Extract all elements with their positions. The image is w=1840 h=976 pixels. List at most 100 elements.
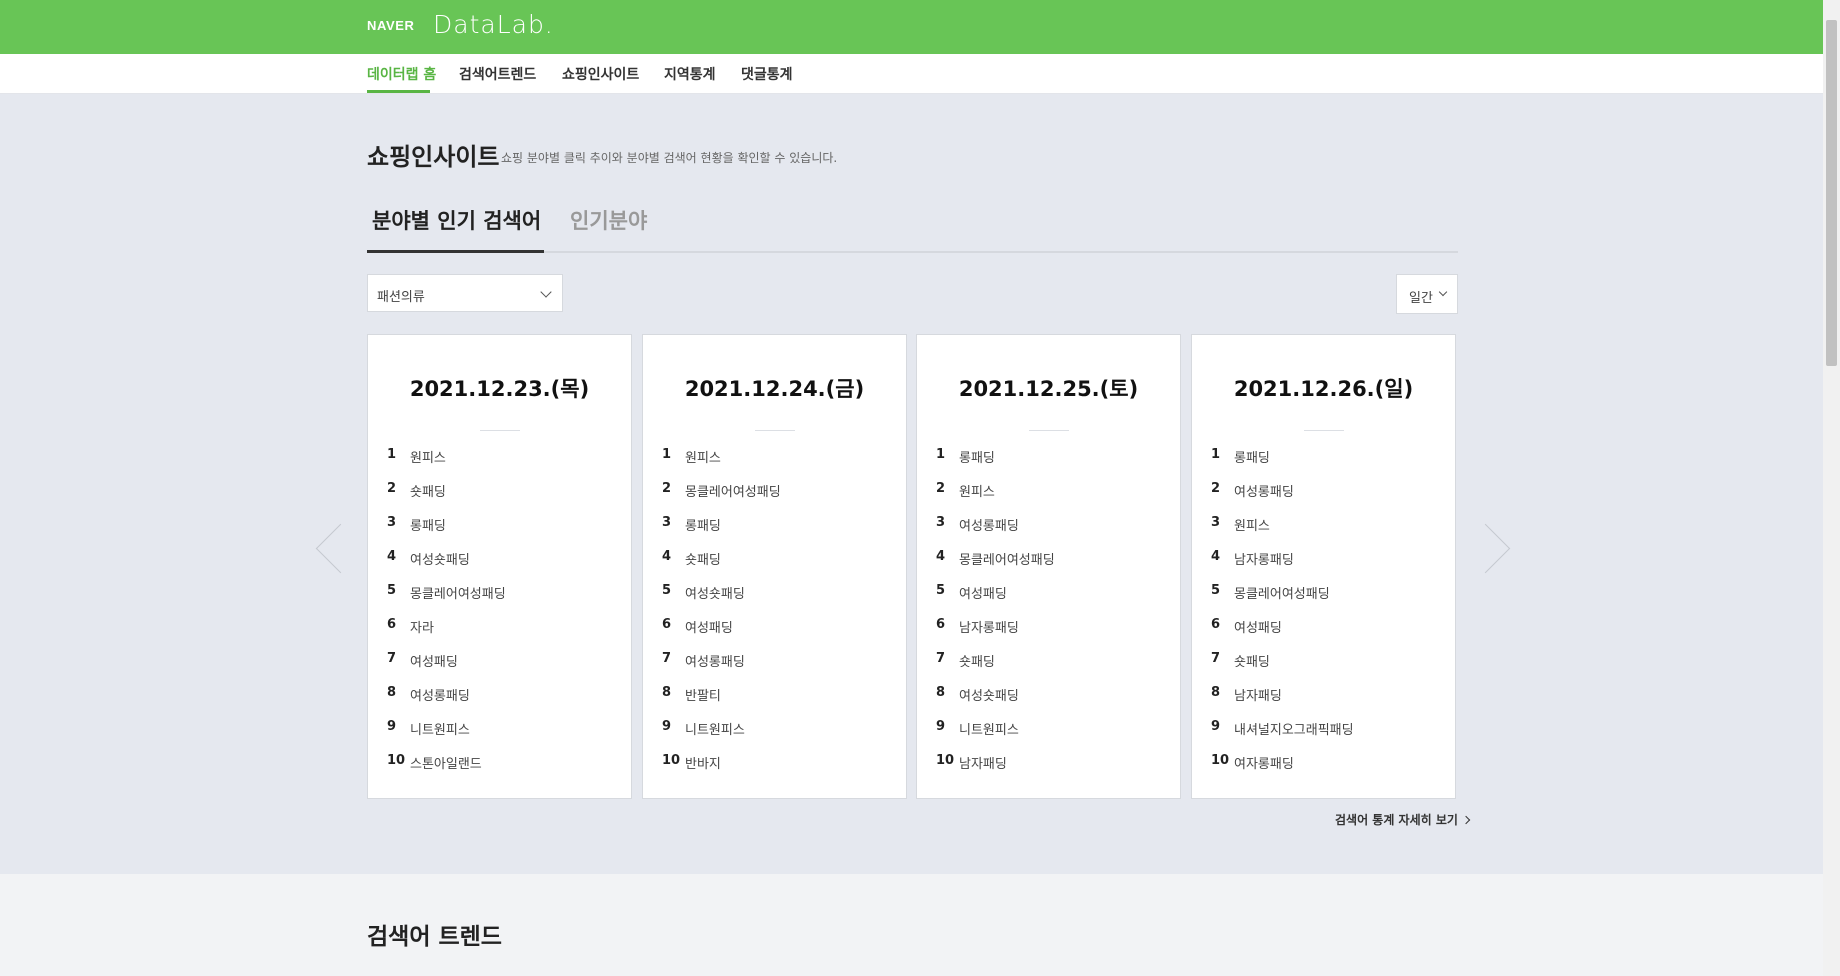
keyword-item[interactable]: 2 여성롱패딩 <box>1192 472 1455 506</box>
keyword-item[interactable]: 5 몽클레어여성패딩 <box>368 574 631 608</box>
keyword-item[interactable]: 4 남자롱패딩 <box>1192 540 1455 574</box>
keyword-text[interactable]: 내셔널지오그래픽패딩 <box>1234 719 1354 738</box>
keyword-text[interactable]: 숏패딩 <box>1234 651 1270 670</box>
nav-item-search-trend[interactable]: 검색어트렌드 <box>459 64 536 84</box>
chevron-down-icon <box>540 286 552 298</box>
keyword-text[interactable]: 여성패딩 <box>410 651 458 670</box>
more-stats-link[interactable]: 검색어 통계 자세히 보기 <box>1335 811 1471 828</box>
keyword-item[interactable]: 7 숏패딩 <box>1192 642 1455 676</box>
keyword-item[interactable]: 9 내셔널지오그래픽패딩 <box>1192 710 1455 744</box>
keyword-text[interactable]: 원피스 <box>959 481 995 500</box>
keyword-item[interactable]: 8 여성롱패딩 <box>368 676 631 710</box>
keyword-text[interactable]: 원피스 <box>1234 515 1270 534</box>
keyword-text[interactable]: 여성롱패딩 <box>1234 481 1294 500</box>
keyword-text[interactable]: 몽클레어여성패딩 <box>685 481 781 500</box>
keyword-text[interactable]: 숏패딩 <box>685 549 721 568</box>
keyword-text[interactable]: 남자롱패딩 <box>1234 549 1294 568</box>
nav-item-datalab-home[interactable]: 데이터랩 홈 <box>367 64 436 84</box>
scroll-thumb[interactable] <box>1826 20 1837 366</box>
keyword-text[interactable]: 숏패딩 <box>959 651 995 670</box>
category-select[interactable]: 패션의류 <box>367 274 563 312</box>
keyword-item[interactable]: 2 몽클레어여성패딩 <box>643 472 906 506</box>
keyword-text[interactable]: 니트원피스 <box>410 719 470 738</box>
keyword-text[interactable]: 여성숏패딩 <box>685 583 745 602</box>
keyword-item[interactable]: 10 반바지 <box>643 744 906 778</box>
keyword-item[interactable]: 6 여성패딩 <box>1192 608 1455 642</box>
keyword-text[interactable]: 롱패딩 <box>685 515 721 534</box>
keyword-text[interactable]: 숏패딩 <box>410 481 446 500</box>
keyword-text[interactable]: 롱패딩 <box>1234 447 1270 466</box>
period-select[interactable]: 일간 <box>1396 274 1458 314</box>
keyword-rank: 4 <box>1211 549 1221 564</box>
keyword-item[interactable]: 6 자라 <box>368 608 631 642</box>
keyword-item[interactable]: 4 숏패딩 <box>643 540 906 574</box>
keyword-item[interactable]: 6 남자롱패딩 <box>917 608 1180 642</box>
keyword-item[interactable]: 5 여성숏패딩 <box>643 574 906 608</box>
keyword-item[interactable]: 1 롱패딩 <box>1192 438 1455 472</box>
keyword-item[interactable]: 7 여성롱패딩 <box>643 642 906 676</box>
keyword-item[interactable]: 7 여성패딩 <box>368 642 631 676</box>
keyword-item[interactable]: 4 여성숏패딩 <box>368 540 631 574</box>
keyword-item[interactable]: 1 원피스 <box>368 438 631 472</box>
keyword-item[interactable]: 9 니트원피스 <box>643 710 906 744</box>
keyword-item[interactable]: 2 원피스 <box>917 472 1180 506</box>
keyword-text[interactable]: 몽클레어여성패딩 <box>410 583 506 602</box>
keyword-text[interactable]: 여성패딩 <box>959 583 1007 602</box>
keyword-item[interactable]: 10 여자롱패딩 <box>1192 744 1455 778</box>
keyword-item[interactable]: 1 롱패딩 <box>917 438 1180 472</box>
keyword-item[interactable]: 4 몽클레어여성패딩 <box>917 540 1180 574</box>
keyword-text[interactable]: 여성롱패딩 <box>685 651 745 670</box>
keyword-item[interactable]: 5 몽클레어여성패딩 <box>1192 574 1455 608</box>
keyword-item[interactable]: 8 반팔티 <box>643 676 906 710</box>
keyword-text[interactable]: 여성숏패딩 <box>410 549 470 568</box>
keyword-item[interactable]: 6 여성패딩 <box>643 608 906 642</box>
keyword-item[interactable]: 8 남자패딩 <box>1192 676 1455 710</box>
nav-item-shopping-insight[interactable]: 쇼핑인사이트 <box>562 64 639 84</box>
keyword-text[interactable]: 자라 <box>410 617 434 636</box>
keyword-text[interactable]: 몽클레어여성패딩 <box>1234 583 1330 602</box>
keyword-rank: 4 <box>662 549 672 564</box>
nav-item-comment-stats[interactable]: 댓글통계 <box>741 64 793 84</box>
keyword-text[interactable]: 여성롱패딩 <box>959 515 1019 534</box>
keyword-text[interactable]: 롱패딩 <box>410 515 446 534</box>
keyword-text[interactable]: 롱패딩 <box>959 447 995 466</box>
keyword-text[interactable]: 남자롱패딩 <box>959 617 1019 636</box>
keyword-text[interactable]: 여자롱패딩 <box>1234 753 1294 772</box>
keyword-text[interactable]: 여성롱패딩 <box>410 685 470 704</box>
keyword-item[interactable]: 2 숏패딩 <box>368 472 631 506</box>
keyword-item[interactable]: 1 원피스 <box>643 438 906 472</box>
keyword-item[interactable]: 10 남자패딩 <box>917 744 1180 778</box>
page-scrollbar[interactable] <box>1823 0 1840 976</box>
naver-logo[interactable]: NAVER <box>367 18 415 33</box>
keyword-text[interactable]: 원피스 <box>410 447 446 466</box>
keyword-text[interactable]: 원피스 <box>685 447 721 466</box>
keyword-item[interactable]: 10 스톤아일랜드 <box>368 744 631 778</box>
keyword-text[interactable]: 여성패딩 <box>685 617 733 636</box>
keyword-item[interactable]: 3 여성롱패딩 <box>917 506 1180 540</box>
nav-item-regional-stats[interactable]: 지역통계 <box>664 64 716 84</box>
keyword-item[interactable]: 3 롱패딩 <box>643 506 906 540</box>
datalab-logo[interactable]: DataLab. <box>433 10 554 39</box>
keyword-text[interactable]: 여성숏패딩 <box>959 685 1019 704</box>
keyword-rank: 2 <box>387 481 397 496</box>
keyword-item[interactable]: 9 니트원피스 <box>917 710 1180 744</box>
keyword-text[interactable]: 여성패딩 <box>1234 617 1282 636</box>
keyword-item[interactable]: 3 원피스 <box>1192 506 1455 540</box>
keyword-item[interactable]: 3 롱패딩 <box>368 506 631 540</box>
keyword-text[interactable]: 남자패딩 <box>1234 685 1282 704</box>
tab-popular-keywords[interactable]: 분야별 인기 검색어 <box>372 205 541 235</box>
keyword-item[interactable]: 8 여성숏패딩 <box>917 676 1180 710</box>
keyword-rank: 2 <box>662 481 672 496</box>
keyword-text[interactable]: 반바지 <box>685 753 721 772</box>
keyword-text[interactable]: 스톤아일랜드 <box>410 753 482 772</box>
keyword-text[interactable]: 몽클레어여성패딩 <box>959 549 1055 568</box>
keyword-item[interactable]: 9 니트원피스 <box>368 710 631 744</box>
keyword-item[interactable]: 7 숏패딩 <box>917 642 1180 676</box>
keyword-text[interactable]: 니트원피스 <box>959 719 1019 738</box>
keyword-text[interactable]: 니트원피스 <box>685 719 745 738</box>
keyword-rank: 5 <box>936 583 946 598</box>
tab-popular-categories[interactable]: 인기분야 <box>570 205 647 235</box>
keyword-text[interactable]: 반팔티 <box>685 685 721 704</box>
keyword-item[interactable]: 5 여성패딩 <box>917 574 1180 608</box>
keyword-text[interactable]: 남자패딩 <box>959 753 1007 772</box>
